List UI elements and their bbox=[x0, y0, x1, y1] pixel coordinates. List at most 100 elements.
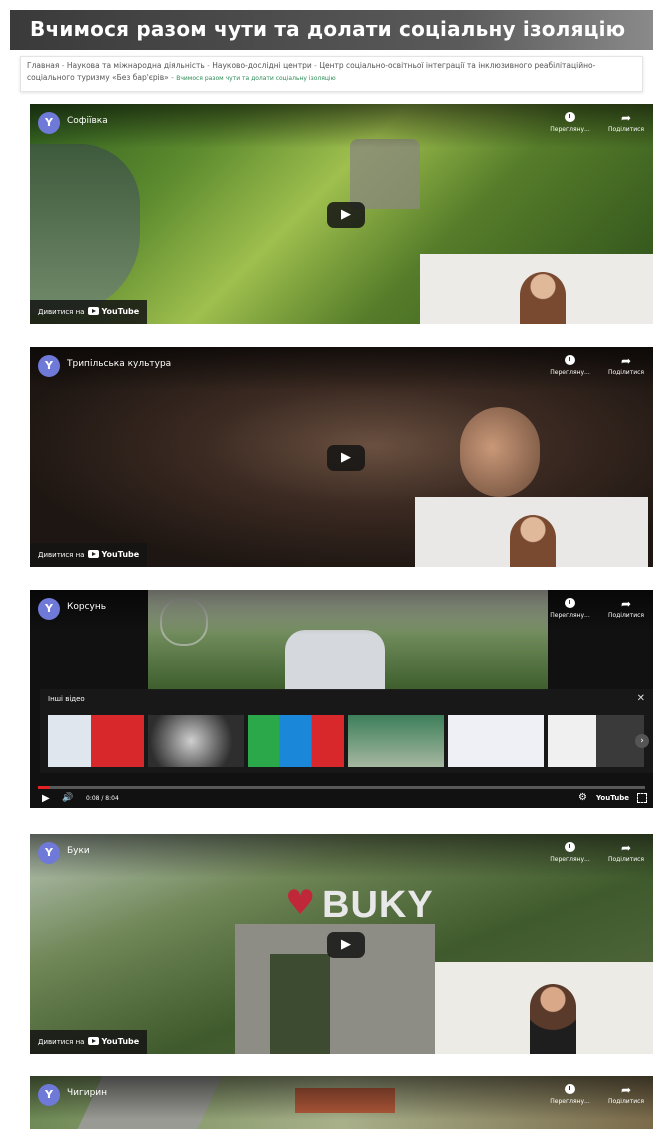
share-arrow-icon: ➦ bbox=[620, 841, 632, 855]
progress-bar-fill bbox=[38, 786, 51, 789]
related-video-thumbnail[interactable] bbox=[448, 715, 544, 767]
clock-icon bbox=[565, 598, 575, 608]
player-controls: ▶ 🔊 0:08 / 8:04 ⚙ YouTube bbox=[30, 790, 653, 808]
related-videos-title: Інші відео bbox=[48, 695, 85, 703]
youtube-logo-icon bbox=[88, 307, 100, 315]
watch-on-youtube-button[interactable]: Дивитися на YouTube bbox=[30, 300, 148, 324]
share-button[interactable]: ➦ Поділитися bbox=[604, 840, 648, 864]
youtube-label: YouTube bbox=[101, 550, 140, 559]
breadcrumb-centers[interactable]: Науково-дослідні центри bbox=[212, 61, 311, 70]
related-video-thumbnail[interactable] bbox=[148, 715, 244, 767]
share-arrow-icon: ➦ bbox=[620, 597, 632, 611]
video-player-buky[interactable]: ♥ BUKY Y Буки Перегляну... ➦ Поділитися ▶… bbox=[30, 834, 653, 1054]
watch-on-youtube-button[interactable]: Дивитися на YouTube bbox=[30, 1030, 148, 1054]
video-player-chyhyryn[interactable]: Y Чигирин Перегляну... ➦ Поділитися bbox=[30, 1076, 653, 1129]
video-time: 0:08 / 8:04 bbox=[86, 795, 119, 802]
share-label: Поділитися bbox=[607, 126, 645, 133]
watch-later-button[interactable]: Перегляну... bbox=[548, 596, 592, 620]
play-icon: ▶ bbox=[341, 207, 351, 222]
watch-on-label: Дивитися на bbox=[38, 551, 85, 559]
youtube-logo-icon bbox=[88, 1037, 100, 1045]
close-icon[interactable]: ✕ bbox=[637, 693, 645, 704]
video-thumbnail-scene bbox=[270, 954, 330, 1054]
breadcrumb-current: Вчимося разом чути та долати соціальну і… bbox=[176, 75, 336, 82]
watch-later-button[interactable]: Перегляну... bbox=[548, 1082, 592, 1106]
channel-avatar[interactable]: Y bbox=[38, 842, 60, 864]
watch-later-label: Перегляну... bbox=[550, 126, 590, 133]
video-player-trypillia[interactable]: Y Трипільська культура Перегляну... ➦ Под… bbox=[30, 347, 653, 567]
share-arrow-icon: ➦ bbox=[620, 111, 632, 125]
channel-avatar[interactable]: Y bbox=[38, 112, 60, 134]
watch-later-button[interactable]: Перегляну... bbox=[548, 110, 592, 134]
breadcrumb-home[interactable]: Главная bbox=[27, 61, 59, 70]
breadcrumb-research[interactable]: Наукова та міжнародна діяльність bbox=[67, 61, 205, 70]
youtube-logo-button[interactable]: YouTube bbox=[596, 794, 629, 802]
related-video-thumbnail[interactable] bbox=[548, 715, 644, 767]
share-button[interactable]: ➦ Поділитися bbox=[604, 110, 648, 134]
play-icon: ▶ bbox=[341, 937, 351, 952]
channel-avatar[interactable]: Y bbox=[38, 1084, 60, 1106]
related-video-thumbnail[interactable] bbox=[348, 715, 444, 767]
video-thumbnail-scene bbox=[350, 139, 420, 209]
sign-language-inset bbox=[435, 962, 653, 1054]
related-videos-panel: Інші відео ✕ › bbox=[40, 689, 653, 773]
interpreter-figure bbox=[510, 515, 556, 567]
video-thumbnail-scene bbox=[285, 630, 385, 690]
fullscreen-icon[interactable] bbox=[637, 793, 647, 803]
share-label: Поділитися bbox=[607, 856, 645, 863]
video-title[interactable]: Трипільська культура bbox=[67, 359, 171, 369]
share-label: Поділитися bbox=[607, 612, 645, 619]
breadcrumb: Главная - Наукова та міжнародна діяльніс… bbox=[20, 56, 643, 92]
video-title[interactable]: Буки bbox=[67, 846, 90, 856]
share-button[interactable]: ➦ Поділитися bbox=[604, 353, 648, 377]
interpreter-figure bbox=[530, 984, 576, 1054]
play-button[interactable]: ▶ bbox=[327, 445, 365, 471]
gear-icon[interactable]: ⚙ bbox=[578, 792, 587, 803]
share-button[interactable]: ➦ Поділитися bbox=[604, 596, 648, 620]
sign-language-inset bbox=[420, 254, 653, 324]
heart-icon: ♥ bbox=[285, 883, 316, 923]
play-icon: ▶ bbox=[341, 450, 351, 465]
watch-on-label: Дивитися на bbox=[38, 308, 85, 316]
video-title[interactable]: Корсунь bbox=[67, 602, 106, 612]
buky-sign-text: BUKY bbox=[322, 884, 434, 926]
sign-language-inset bbox=[415, 497, 648, 567]
clock-icon bbox=[565, 112, 575, 122]
youtube-label: YouTube bbox=[101, 1037, 140, 1046]
progress-bar[interactable] bbox=[38, 786, 645, 789]
watch-on-label: Дивитися на bbox=[38, 1038, 85, 1046]
related-video-thumbnail[interactable] bbox=[48, 715, 144, 767]
video-title[interactable]: Чигирин bbox=[67, 1088, 107, 1098]
share-arrow-icon: ➦ bbox=[620, 354, 632, 368]
play-button[interactable]: ▶ bbox=[327, 202, 365, 228]
video-title[interactable]: Софіївка bbox=[67, 116, 108, 126]
watch-later-button[interactable]: Перегляну... bbox=[548, 840, 592, 864]
watch-later-label: Перегляну... bbox=[550, 1098, 590, 1105]
youtube-label: YouTube bbox=[101, 307, 140, 316]
clock-icon bbox=[565, 842, 575, 852]
related-video-thumbnail[interactable] bbox=[248, 715, 344, 767]
video-thumbnail-scene bbox=[30, 144, 140, 314]
channel-avatar[interactable]: Y bbox=[38, 355, 60, 377]
watch-later-label: Перегляну... bbox=[550, 612, 590, 619]
watch-later-button[interactable]: Перегляну... bbox=[548, 353, 592, 377]
video-player-korsun[interactable]: Y Корсунь Перегляну... ➦ Поділитися Інші … bbox=[30, 590, 653, 808]
play-icon[interactable]: ▶ bbox=[42, 793, 50, 804]
watch-later-label: Перегляну... bbox=[550, 856, 590, 863]
clock-icon bbox=[565, 355, 575, 365]
page-title-bar: Вчимося разом чути та долати соціальну і… bbox=[10, 10, 653, 50]
watch-on-youtube-button[interactable]: Дивитися на YouTube bbox=[30, 543, 148, 567]
share-arrow-icon: ➦ bbox=[620, 1083, 632, 1097]
play-button[interactable]: ▶ bbox=[327, 932, 365, 958]
youtube-logo-icon bbox=[88, 550, 100, 558]
video-player-sofiivka[interactable]: Y Софіївка Перегляну... ➦ Поділитися ▶ Ди… bbox=[30, 104, 653, 324]
channel-avatar[interactable]: Y bbox=[38, 598, 60, 620]
share-button[interactable]: ➦ Поділитися bbox=[604, 1082, 648, 1106]
clock-icon bbox=[565, 1084, 575, 1094]
chevron-right-icon[interactable]: › bbox=[635, 734, 649, 748]
page-title: Вчимося разом чути та долати соціальну і… bbox=[30, 17, 626, 41]
volume-icon[interactable]: 🔊 bbox=[62, 793, 73, 803]
video-thumbnail-scene bbox=[460, 407, 540, 497]
watch-later-label: Перегляну... bbox=[550, 369, 590, 376]
interpreter-figure bbox=[520, 272, 566, 324]
